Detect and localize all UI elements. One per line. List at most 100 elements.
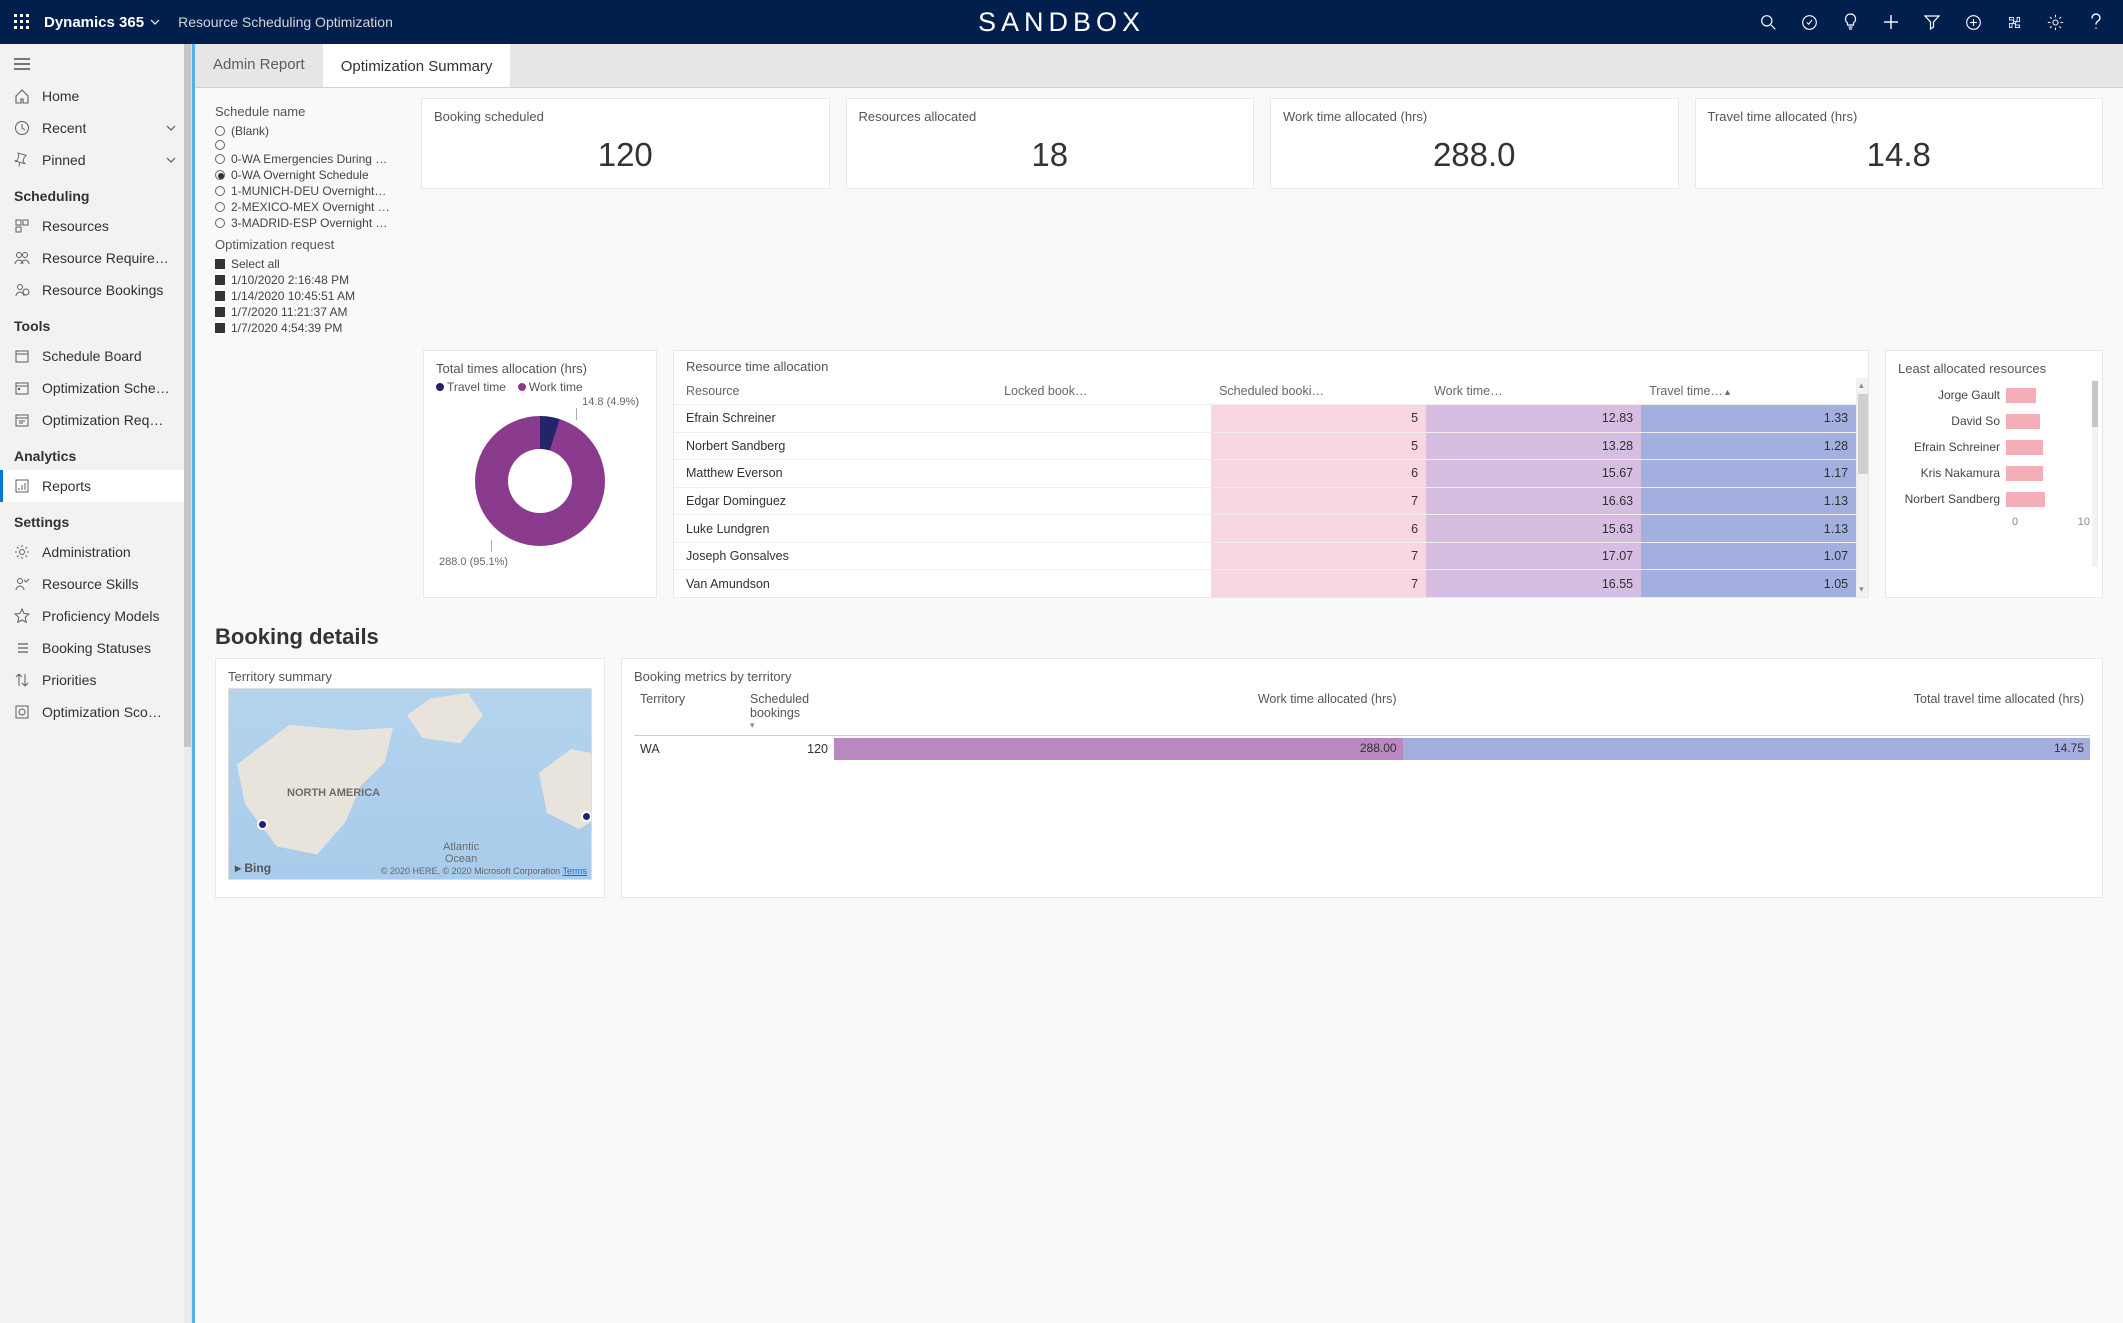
add-icon[interactable] <box>1872 0 1910 44</box>
optreq-filter-item[interactable]: Select all <box>215 256 407 272</box>
star-icon <box>14 608 30 624</box>
radio-icon <box>215 202 225 212</box>
lightbulb-icon[interactable] <box>1831 0 1869 44</box>
sidebar-item-label: Resources <box>42 218 109 234</box>
col-scheduled[interactable]: Scheduled booki… <box>1211 378 1426 405</box>
mcol-territory[interactable]: Territory <box>634 688 744 736</box>
sidebar-item-reports[interactable]: Reports <box>0 470 191 502</box>
cell-name: Norbert Sandberg <box>674 432 996 460</box>
resources-icon <box>14 218 30 234</box>
app-launcher-icon[interactable] <box>8 8 36 36</box>
product-switcher[interactable]: Dynamics 365 <box>44 14 160 31</box>
schedule-filter-item[interactable]: 0-WA Emergencies During … <box>215 151 407 167</box>
schedule-filter-item[interactable]: (Blank) <box>215 123 407 139</box>
sidebar-item-label: Booking Statuses <box>42 640 151 656</box>
task-icon[interactable] <box>1790 0 1828 44</box>
sidebar-item-label: Proficiency Models <box>42 608 160 624</box>
col-locked[interactable]: Locked book… <box>996 378 1211 405</box>
sidebar-item-label: Optimization Sco… <box>42 704 162 720</box>
least-allocated-card: Least allocated resources Jorge GaultDav… <box>1885 350 2103 598</box>
metrics-row[interactable]: WA 120 288.00 14.75 <box>634 736 2090 763</box>
sidebar-scrollbar[interactable] <box>184 44 192 1323</box>
extension-icon[interactable] <box>1995 0 2033 44</box>
optreq-filter-item[interactable]: 1/7/2020 4:54:39 PM <box>215 320 407 336</box>
optreq-filter-item[interactable]: 1/14/2020 10:45:51 AM <box>215 288 407 304</box>
table-row[interactable]: Norbert Sandberg513.281.28 <box>674 432 1856 460</box>
donut-chart[interactable] <box>475 416 605 546</box>
table-row[interactable]: Joseph Gonsalves717.071.07 <box>674 542 1856 570</box>
cell-travel: 1.13 <box>1641 515 1856 543</box>
filter-icon[interactable] <box>1913 0 1951 44</box>
territory-map[interactable]: NORTH AMERICA Atlantic Ocean ▸ Bing © 20… <box>228 688 592 880</box>
donut-title: Total times allocation (hrs) <box>436 361 644 376</box>
table-scrollbar[interactable]: ▴▾ <box>1856 378 1868 597</box>
allocation-table[interactable]: Resource Locked book… Scheduled booki… W… <box>674 378 1856 597</box>
cell-travel: 1.07 <box>1641 542 1856 570</box>
sidebar-toggle-icon[interactable] <box>0 48 191 80</box>
sidebar-item-resources[interactable]: Resources <box>0 210 191 242</box>
schedule-filter-item[interactable]: 0-WA Overnight Schedule <box>215 167 407 183</box>
metrics-table[interactable]: Territory Scheduled bookings Work time a… <box>634 688 2090 762</box>
cell-travel: 14.75 <box>1403 736 2090 763</box>
sidebar-item-booking-statuses[interactable]: Booking Statuses <box>0 632 191 664</box>
bar-label: Norbert Sandberg <box>1898 492 2006 506</box>
table-row[interactable]: Matthew Everson615.671.17 <box>674 460 1856 488</box>
col-work[interactable]: Work time… <box>1426 378 1641 405</box>
sidebar-item-proficiency-models[interactable]: Proficiency Models <box>0 600 191 632</box>
tab-admin-report[interactable]: Admin Report <box>195 44 323 87</box>
sidebar-item-optimization-schedules[interactable]: Optimization Sche… <box>0 372 191 404</box>
sidebar-item-pinned[interactable]: Pinned <box>0 144 191 176</box>
table-row[interactable]: Efrain Schreiner512.831.33 <box>674 405 1856 433</box>
sidebar-item-administration[interactable]: Administration <box>0 536 191 568</box>
least-bar-row[interactable]: Norbert Sandberg <box>1898 486 2090 512</box>
sidebar-item-schedule-board[interactable]: Schedule Board <box>0 340 191 372</box>
search-icon[interactable] <box>1749 0 1787 44</box>
schedule-filter-item[interactable]: 3-MADRID-ESP Overnight … <box>215 215 407 231</box>
schedule-filter-item[interactable] <box>215 139 407 151</box>
mcol-work[interactable]: Work time allocated (hrs) <box>834 688 1403 736</box>
sidebar-item-optimization-scope[interactable]: Optimization Sco… <box>0 696 191 728</box>
help-icon[interactable] <box>2077 0 2115 44</box>
checkbox-icon <box>215 275 225 285</box>
tab-optimization-summary[interactable]: Optimization Summary <box>323 44 511 87</box>
sidebar-item-optimization-requests[interactable]: Optimization Req… <box>0 404 191 436</box>
cell-travel: 1.33 <box>1641 405 1856 433</box>
sidebar-item-resource-requirements[interactable]: Resource Require… <box>0 242 191 274</box>
sidebar-item-recent[interactable]: Recent <box>0 112 191 144</box>
table-row[interactable]: Edgar Dominguez716.631.13 <box>674 487 1856 515</box>
terms-link[interactable]: Terms <box>563 866 588 876</box>
cell-work: 15.63 <box>1426 515 1641 543</box>
mcol-travel[interactable]: Total travel time allocated (hrs) <box>1403 688 2090 736</box>
cell-work: 12.83 <box>1426 405 1641 433</box>
map-label-na: NORTH AMERICA <box>287 787 380 799</box>
col-resource[interactable]: Resource <box>674 378 996 405</box>
sidebar-item-resource-bookings[interactable]: Resource Bookings <box>0 274 191 306</box>
least-bar-row[interactable]: Kris Nakamura <box>1898 460 2090 486</box>
schedule-filter-item[interactable]: 1-MUNICH-DEU Overnight… <box>215 183 407 199</box>
least-bar-row[interactable]: David So <box>1898 408 2090 434</box>
mcol-scheduled[interactable]: Scheduled bookings <box>744 688 834 736</box>
sidebar-item-priorities[interactable]: Priorities <box>0 664 191 696</box>
radio-icon <box>215 140 225 150</box>
optreq-filter-item[interactable]: 1/10/2020 2:16:48 PM <box>215 272 407 288</box>
gear-icon <box>14 544 30 560</box>
table-row[interactable]: Luke Lundgren615.631.13 <box>674 515 1856 543</box>
add-circle-icon[interactable] <box>1954 0 1992 44</box>
schedule-filter-item[interactable]: 2-MEXICO-MEX Overnight … <box>215 199 407 215</box>
sidebar-item-home[interactable]: Home <box>0 80 191 112</box>
map-pin[interactable] <box>257 819 268 830</box>
col-travel[interactable]: Travel time… <box>1641 378 1856 405</box>
schedule-label: 0-WA Emergencies During … <box>231 152 387 166</box>
settings-icon[interactable] <box>2036 0 2074 44</box>
least-bar-row[interactable]: Efrain Schreiner <box>1898 434 2090 460</box>
table-row[interactable]: Van Amundson716.551.05 <box>674 570 1856 597</box>
cell-name: Van Amundson <box>674 570 996 597</box>
least-bar-row[interactable]: Jorge Gault <box>1898 382 2090 408</box>
sidebar-item-resource-skills[interactable]: Resource Skills <box>0 568 191 600</box>
map-pin[interactable] <box>581 811 592 822</box>
cell-name: Efrain Schreiner <box>674 405 996 433</box>
report-tabs: Admin Report Optimization Summary <box>195 44 2123 88</box>
least-scrollbar[interactable] <box>2092 381 2098 567</box>
optreq-filter-item[interactable]: 1/7/2020 11:21:37 AM <box>215 304 407 320</box>
schedule-label: 2-MEXICO-MEX Overnight … <box>231 200 390 214</box>
